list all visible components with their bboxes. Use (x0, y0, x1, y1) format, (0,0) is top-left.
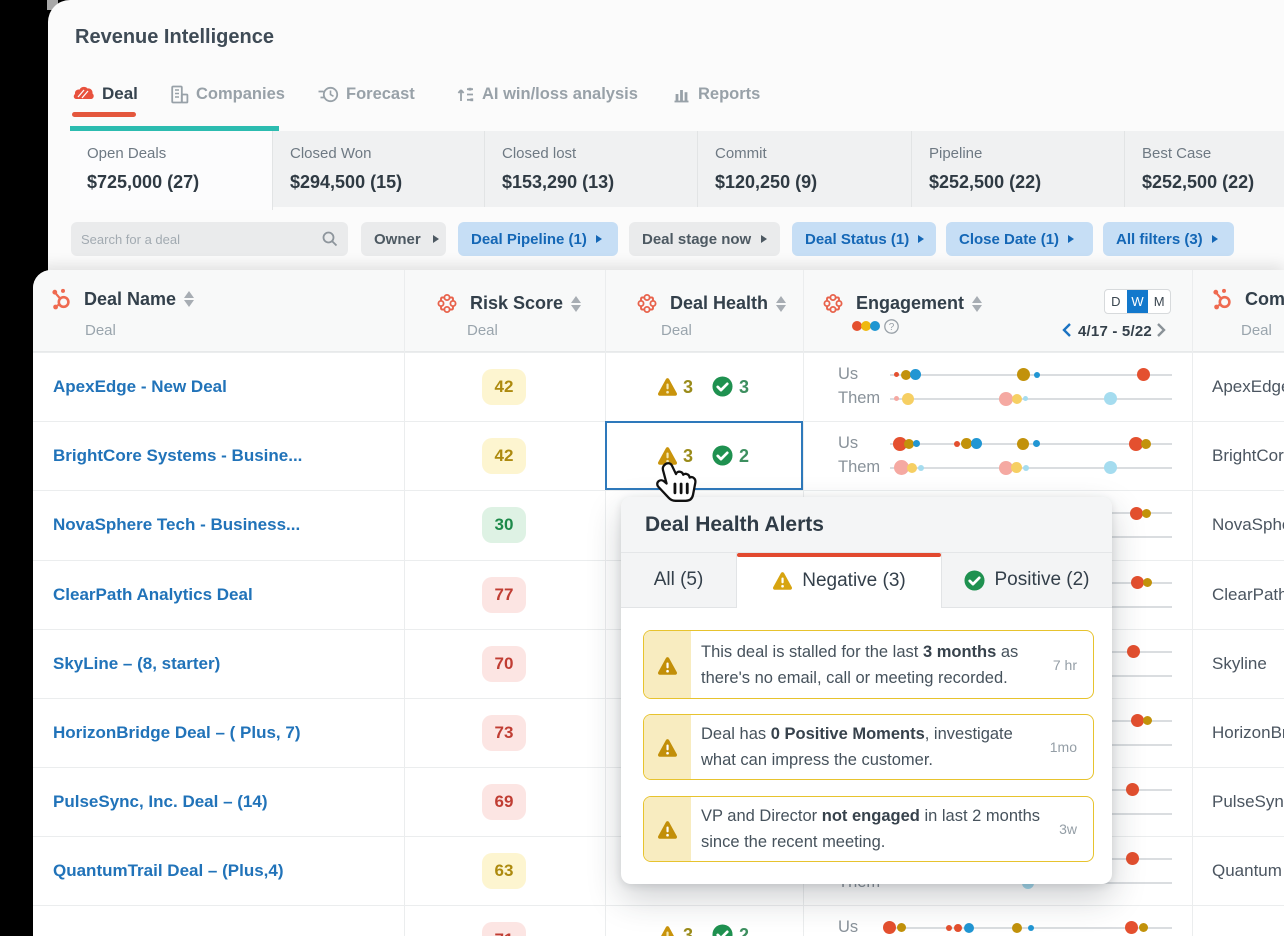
svg-text:?: ? (889, 322, 895, 333)
